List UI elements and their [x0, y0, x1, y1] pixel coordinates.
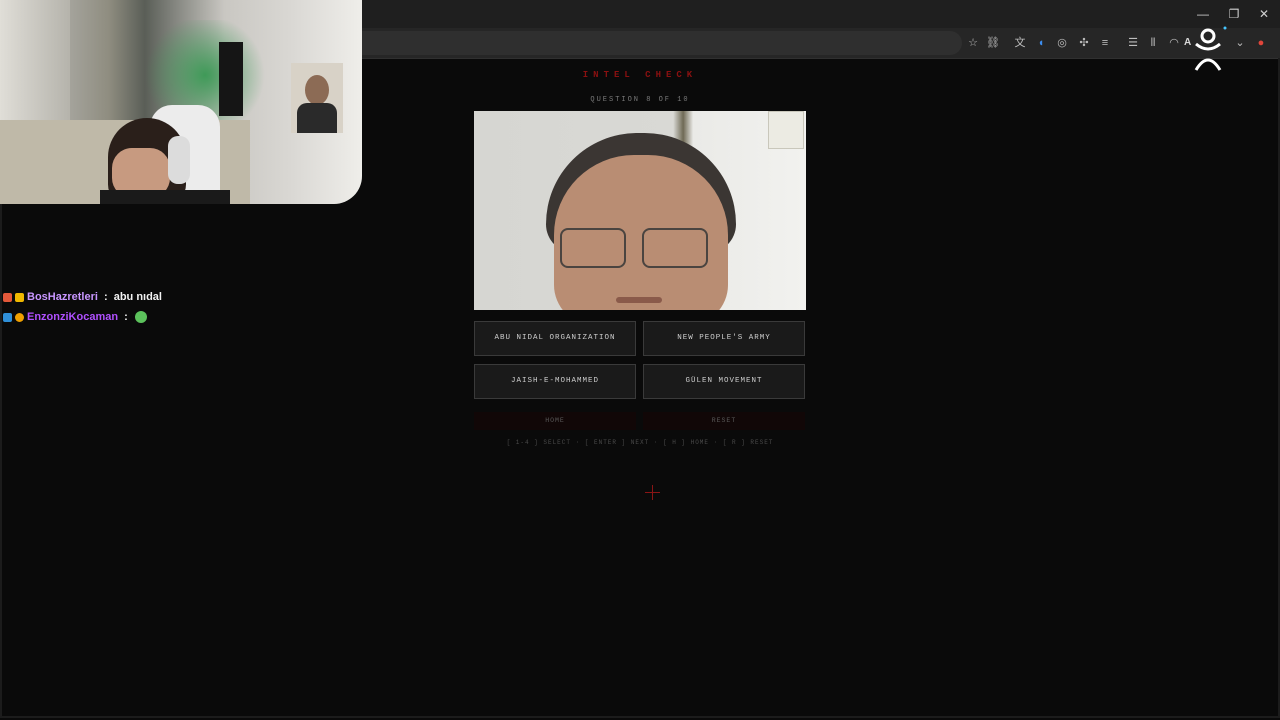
page-title: INTEL CHECK — [582, 70, 698, 80]
keyboard-hints: [ 1-4 ] SELECT · [ ENTER ] NEXT · [ H ] … — [506, 439, 774, 446]
emote-icon — [134, 311, 147, 323]
answer-button-4[interactable]: GÜLEN MOVEMENT — [643, 364, 805, 399]
chat-text: abu nıdal — [113, 291, 162, 303]
question-progress: QUESTION 8 OF 10 — [590, 96, 690, 104]
glasses-right — [642, 228, 708, 268]
wall-poster — [291, 63, 343, 133]
sub-badge-icon — [15, 312, 24, 322]
badge-icon — [3, 312, 12, 322]
star-icon[interactable]: ☆ — [966, 36, 980, 50]
question-photo — [474, 111, 806, 310]
wall-banner — [219, 42, 243, 116]
circle-icon[interactable]: ◎ — [1055, 36, 1069, 50]
home-button[interactable]: HOME — [474, 412, 636, 430]
minimize-button[interactable]: — — [1189, 4, 1217, 24]
record-icon[interactable]: ● — [1254, 36, 1268, 50]
link-icon[interactable]: ⛓ — [986, 36, 1000, 50]
crosshair-icon — [645, 485, 660, 500]
audio-icon[interactable]: ◖ — [1034, 36, 1048, 50]
answer-button-1[interactable]: ABU NIDAL ORGANIZATION — [474, 321, 636, 356]
chat-message: EnzonziKocaman : — [3, 309, 147, 325]
chat-separator: : — [121, 311, 128, 323]
address-bar[interactable] — [362, 31, 962, 55]
headset — [168, 136, 190, 184]
streamer-logo — [1194, 26, 1227, 71]
cast-icon[interactable]: ◠ — [1167, 36, 1181, 50]
reader-icon[interactable]: ≡ — [1098, 36, 1112, 50]
restore-button[interactable]: ❐ — [1220, 4, 1248, 24]
chevron-down-icon[interactable]: ⌄ — [1233, 36, 1247, 50]
reset-button[interactable]: RESET — [643, 412, 805, 430]
menu-icon[interactable]: ☰ — [1126, 36, 1140, 50]
waveform-icon[interactable]: ⦀ — [1146, 36, 1160, 50]
glasses-left — [560, 228, 626, 268]
badge-icon — [3, 292, 12, 302]
chat-username[interactable]: EnzonziKocaman — [27, 311, 118, 323]
wall-socket — [768, 111, 804, 149]
chat-message: BosHazretleri : abu nıdal — [3, 289, 162, 305]
photo-mouth — [616, 297, 662, 303]
answer-button-3[interactable]: JAISH-E-MOHAMMED — [474, 364, 636, 399]
chat-username[interactable]: BosHazretleri — [27, 291, 98, 303]
close-button[interactable]: ✕ — [1250, 4, 1278, 24]
answer-button-2[interactable]: NEW PEOPLE'S ARMY — [643, 321, 805, 356]
streamer-body — [100, 190, 230, 204]
crown-icon — [15, 292, 24, 302]
webcam-overlay — [0, 0, 362, 204]
chat-separator: : — [100, 291, 111, 303]
translate-icon[interactable]: 文 — [1013, 36, 1027, 50]
extensions-icon[interactable]: ✣ — [1077, 36, 1091, 50]
